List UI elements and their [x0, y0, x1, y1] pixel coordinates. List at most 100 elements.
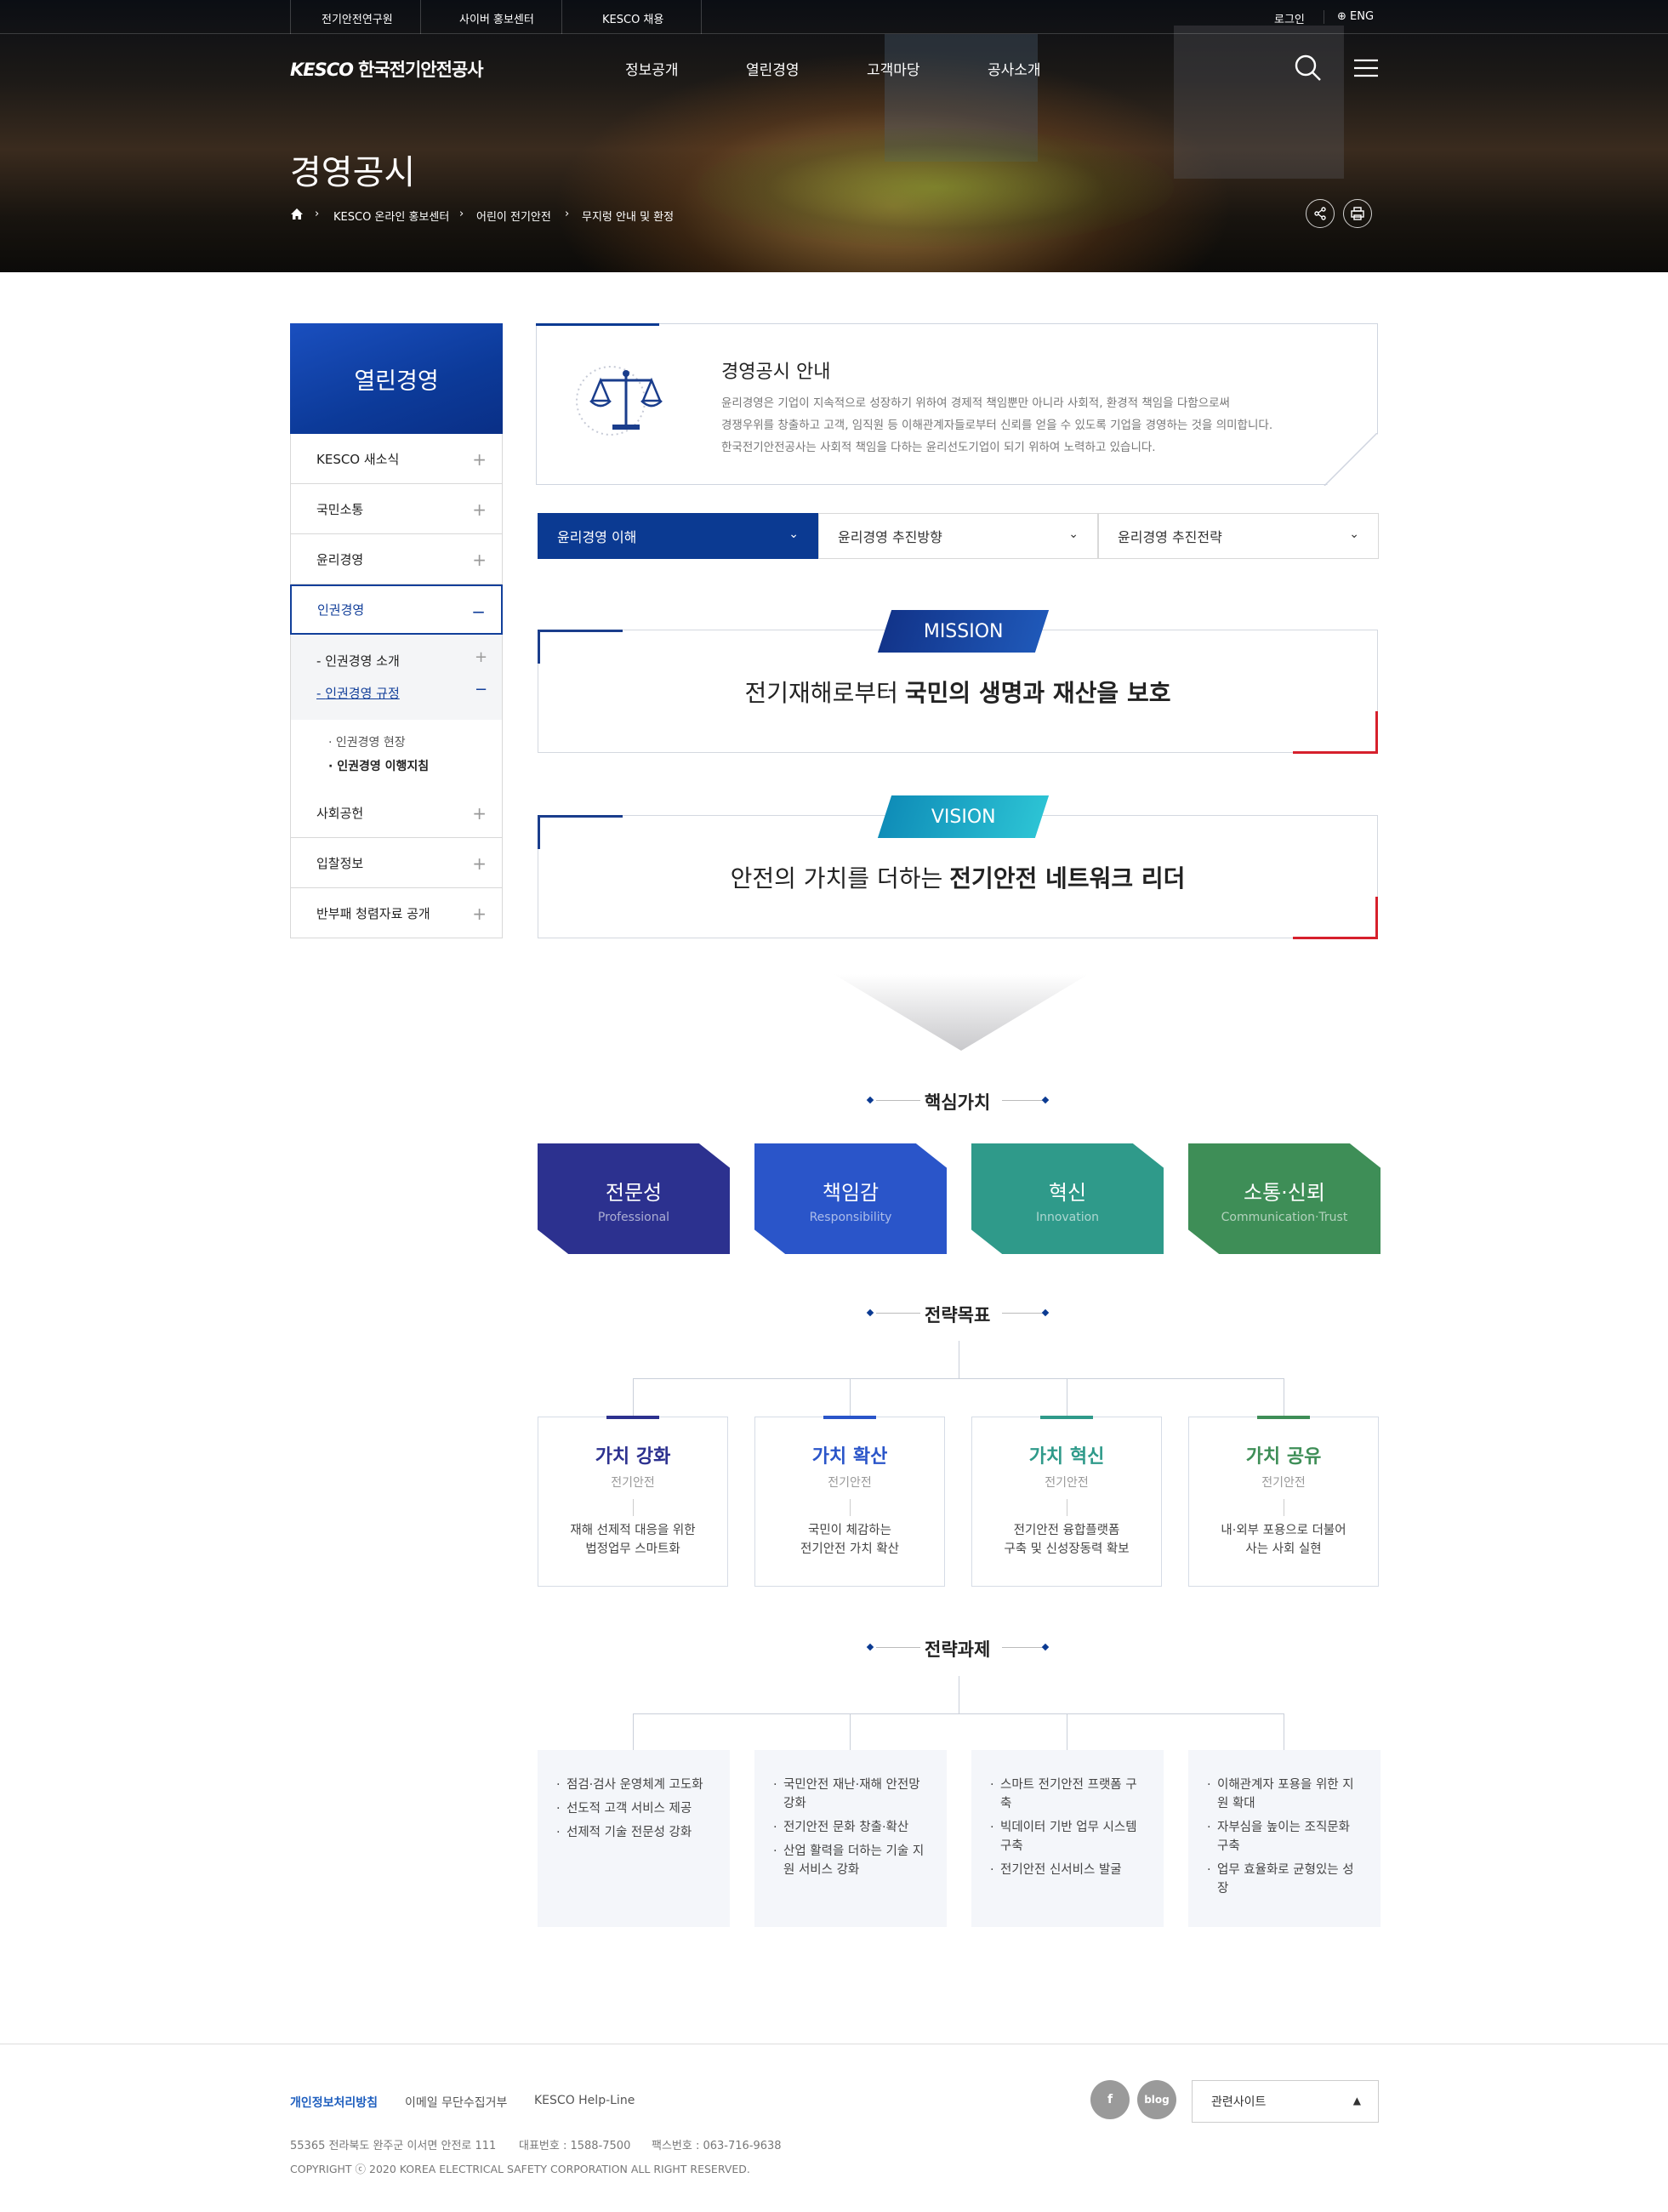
- footer-address: 55365 전라북도 완주군 이서면 안전로 111: [290, 2140, 497, 2152]
- core-value-card: 소통·신뢰 Communication·Trust: [1188, 1143, 1381, 1254]
- facebook-icon[interactable]: f: [1090, 2080, 1130, 2119]
- task-item: 산업 활력을 더하는 기술 지원 서비스 강화: [773, 1842, 930, 1879]
- menu-icon[interactable]: [1354, 58, 1378, 78]
- task-item: 국민안전 재난·재해 안전망 강화: [773, 1776, 930, 1813]
- box-accent: [1375, 897, 1378, 939]
- section-line: [1002, 1313, 1046, 1314]
- share-button[interactable]: [1306, 199, 1335, 228]
- util-link-research[interactable]: 전기안전연구원: [322, 10, 393, 26]
- box-accent: [538, 630, 623, 632]
- lnb-item-social[interactable]: 사회공헌 +: [290, 788, 503, 838]
- breadcrumb-sep: ›: [459, 208, 464, 220]
- goal-card: 가치 확산 전기안전 국민이 체감하는 전기안전 가치 확산: [754, 1416, 945, 1587]
- plus-icon: +: [472, 550, 487, 570]
- vision-bold: 전기안전 네트워크 리더: [949, 864, 1186, 892]
- lnb-sub-item-rules[interactable]: - 인권경영 규정: [316, 684, 400, 702]
- footer-link-email[interactable]: 이메일 무단수집거부: [405, 2094, 507, 2111]
- footer-link-privacy[interactable]: 개인정보처리방침: [290, 2094, 378, 2111]
- plus-icon: +: [472, 803, 487, 824]
- util-link-recruit[interactable]: KESCO 채용: [602, 10, 663, 26]
- lang-link[interactable]: ⊕ ENG: [1337, 10, 1374, 23]
- plus-icon: +: [472, 499, 487, 520]
- tab-ethics-strategy[interactable]: 윤리경영 추진전략 ⌄: [1098, 513, 1379, 559]
- minus-icon: −: [471, 601, 486, 622]
- task-item: 선도적 고객 서비스 제공: [556, 1799, 730, 1818]
- tab-ethics-direction[interactable]: 윤리경영 추진방향 ⌄: [818, 513, 1098, 559]
- print-icon: [1351, 207, 1364, 220]
- box-accent: [1293, 751, 1378, 754]
- task-item: 자부심을 높이는 조직문화 구축: [1207, 1818, 1363, 1856]
- lnb-item-human-rights[interactable]: 인권경영 −: [290, 584, 503, 635]
- hero-banner: 전기안전연구원 사이버 홍보센터 KESCO 채용 로그인 ⊕ ENG KESC…: [0, 0, 1668, 272]
- goal-card: 가치 혁신 전기안전 전기안전 융합플랫폼 구축 및 신성장동력 확보: [971, 1416, 1162, 1587]
- task-item: 점검·검사 운영체계 고도화: [556, 1776, 730, 1794]
- related-sites-select[interactable]: 관련사이트 ▲: [1192, 2080, 1379, 2123]
- home-icon[interactable]: [290, 208, 304, 220]
- lnb-item-news[interactable]: KESCO 새소식 +: [290, 434, 503, 484]
- util-link-cyber[interactable]: 사이버 홍보센터: [459, 10, 534, 26]
- gnb-item-customer[interactable]: 고객마당: [867, 58, 920, 79]
- lnb-item-label: KESCO 새소식: [316, 451, 400, 467]
- lnb-title: 열린경영: [290, 323, 503, 434]
- lnb-item-ethics[interactable]: 윤리경영 +: [290, 534, 503, 584]
- tab-ethics-understanding[interactable]: 윤리경영 이해 ⌄: [538, 513, 818, 559]
- plus-icon: +: [472, 853, 487, 874]
- breadcrumb-sep: ›: [315, 208, 320, 220]
- task-item: 전기안전 문화 창출·확산: [773, 1818, 930, 1837]
- task-item: 이해관계자 포용을 위한 지원 확대: [1207, 1776, 1363, 1813]
- gnb-item-about[interactable]: 공사소개: [988, 58, 1041, 79]
- hero-lawn: [697, 128, 1174, 247]
- tree-connector: [850, 1378, 851, 1417]
- footer-phone: 대표번호 : 1588-7500: [519, 2140, 631, 2152]
- gnb-item-info[interactable]: 정보공개: [625, 58, 679, 79]
- box-accent: [1375, 711, 1378, 754]
- task-item: 선제적 기술 전문성 강화: [556, 1823, 730, 1842]
- print-button[interactable]: [1343, 199, 1372, 228]
- section-line: [876, 1647, 920, 1648]
- gnb-item-open[interactable]: 열린경영: [746, 58, 800, 79]
- section-dot: [866, 1643, 874, 1651]
- lnb-subsub-item[interactable]: · 인권경영 현장: [328, 733, 406, 750]
- caret-up-icon: ▲: [1352, 2095, 1361, 2107]
- section-dot: [866, 1096, 874, 1104]
- plus-icon: +: [472, 449, 487, 470]
- tree-connector: [633, 1713, 1284, 1714]
- breadcrumb-item[interactable]: 무지렁 안내 및 환정: [582, 208, 674, 224]
- site-logo[interactable]: KESCO 한국전기안전공사: [290, 56, 484, 82]
- section-dot: [1041, 1643, 1050, 1651]
- blog-icon[interactable]: blog: [1137, 2080, 1176, 2119]
- mission-bold: 국민의 생명과 재산을 보호: [904, 678, 1171, 707]
- lnb-subsub-item-active[interactable]: · 인권경영 이행지침: [328, 757, 429, 774]
- corner-cut: [1324, 433, 1379, 486]
- core-value-card: 전문성 Professional: [538, 1143, 730, 1254]
- lnb-item-label: 반부패 청렴자료 공개: [316, 905, 430, 921]
- core-value-card: 책임감 Responsibility: [754, 1143, 947, 1254]
- down-arrow-graphic: [834, 974, 1089, 1051]
- vision-text: 안전의 가치를 더하는: [730, 864, 943, 892]
- breadcrumb-item[interactable]: KESCO 온라인 홍보센터: [333, 208, 449, 224]
- chevron-down-icon: ⌄: [1349, 527, 1359, 541]
- lnb-item-anticorruption[interactable]: 반부패 청렴자료 공개 +: [290, 888, 503, 938]
- lnb-item-label: 입찰정보: [316, 855, 364, 871]
- lnb-item-label: 인권경영: [317, 602, 365, 618]
- core-values-title: 핵심가치: [925, 1092, 991, 1113]
- tree-connector: [633, 1378, 1284, 1379]
- box-accent: [538, 815, 540, 849]
- lnb-item-communication[interactable]: 국민소통 +: [290, 484, 503, 534]
- intro-text: 윤리경영은 기업이 지속적으로 성장하기 위하여 경제적 책임뿐만 아니라 사회…: [721, 396, 1273, 454]
- hero-building: [1174, 26, 1344, 179]
- task-list: 국민안전 재난·재해 안전망 강화 전기안전 문화 창출·확산 산업 활력을 더…: [754, 1750, 947, 1927]
- goals-title: 전략목표: [925, 1305, 991, 1325]
- box-accent: [538, 630, 540, 664]
- breadcrumb-item[interactable]: 어린이 전기안전: [476, 208, 551, 224]
- lnb-sub-item-intro[interactable]: - 인권경영 소개: [316, 652, 400, 670]
- footer-link-helpline[interactable]: KESCO Help-Line: [534, 2094, 635, 2107]
- task-item: 빅데이터 기반 업무 시스템 구축: [990, 1818, 1147, 1856]
- box-accent: [1293, 937, 1378, 939]
- lnb-item-bid[interactable]: 입찰정보 +: [290, 838, 503, 888]
- footer-copyright: COPYRIGHT ⓒ 2020 KOREA ELECTRICAL SAFETY…: [290, 2163, 750, 2175]
- lnb-item-label: 사회공헌: [316, 805, 364, 821]
- search-icon[interactable]: [1295, 54, 1322, 82]
- login-link[interactable]: 로그인: [1274, 10, 1305, 26]
- logo-en: KESCO: [290, 60, 354, 80]
